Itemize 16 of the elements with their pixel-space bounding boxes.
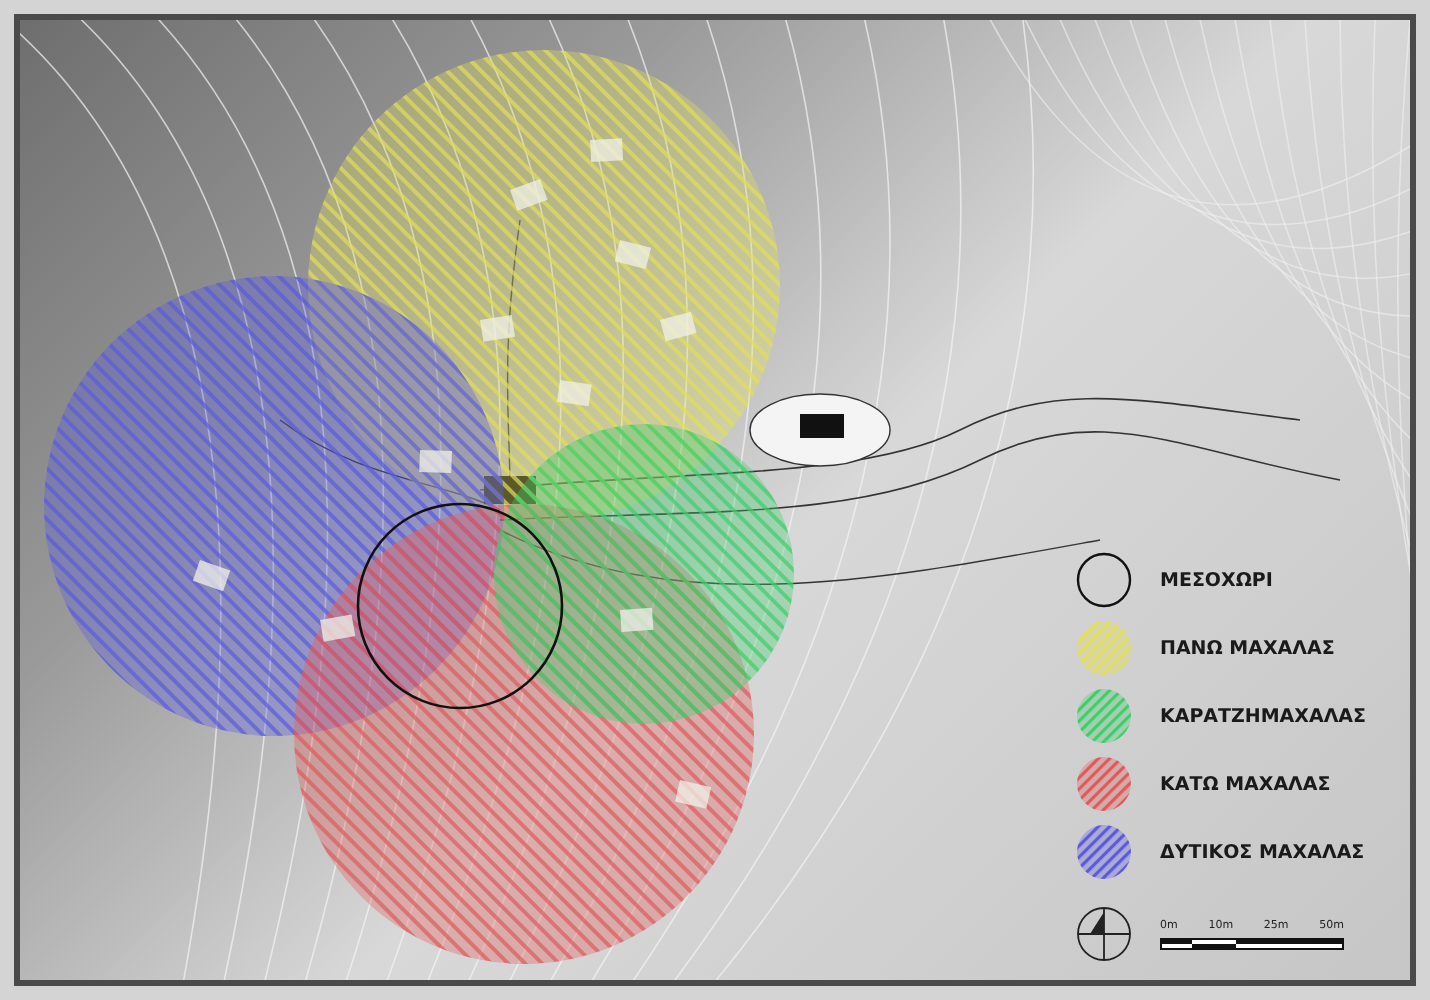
building [620, 607, 654, 632]
building [510, 179, 548, 211]
building [800, 414, 844, 438]
building [660, 311, 697, 342]
legend-label: ΚΑΡΑΤΖΗΜΑΧΑΛΑΣ [1160, 705, 1367, 727]
building [192, 560, 231, 592]
legend-label: ΜΕΣΟΧΩΡΙ [1160, 569, 1273, 591]
building [480, 315, 516, 342]
legend-label: ΔΥΤΙΚΟΣ ΜΑΧΑΛΑΣ [1160, 841, 1365, 863]
scale-bar-icon [1160, 937, 1344, 949]
legend-label: ΚΑΤΩ ΜΑΧΑΛΑΣ [1160, 773, 1331, 795]
building [614, 240, 652, 270]
building [556, 380, 592, 407]
building [320, 614, 356, 642]
building [675, 780, 712, 809]
legend-label: ΠΑΝΩ ΜΑΧΑΛΑΣ [1160, 637, 1335, 659]
